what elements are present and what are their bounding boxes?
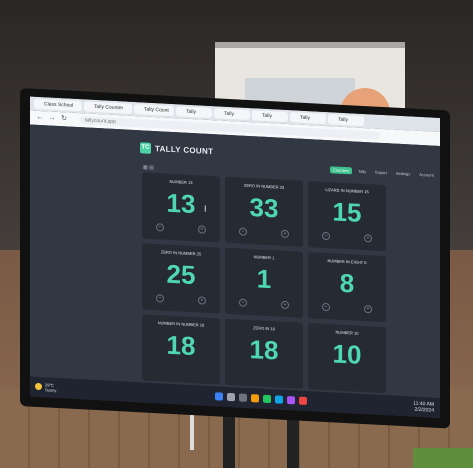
decrement-button[interactable]: − [322, 302, 330, 312]
sun-icon [35, 382, 42, 391]
browser-tab[interactable]: Tally [214, 108, 250, 121]
counter-card: Number in eight 8 8 − + [308, 252, 386, 323]
view-toggle-icon[interactable]: ▦ ▤ [143, 164, 154, 171]
browser-tab[interactable]: Tally Counter [84, 101, 132, 114]
nav-account[interactable]: Account [416, 171, 436, 179]
tally-app: TC TALLY COUNT Counters Tally Export Set… [30, 124, 440, 399]
app-nav: Counters Tally Export Settings Account [330, 166, 437, 179]
nav-tally[interactable]: Tally [355, 168, 369, 176]
counter-value: 33 [249, 192, 279, 224]
counter-label: Number 10 [335, 329, 359, 336]
increment-button[interactable]: + [281, 229, 289, 239]
counter-card: Lizard in number 15 15 − + [308, 181, 386, 252]
browser-tab[interactable]: Tally [328, 114, 364, 127]
counter-grid: Number 13 13 I − + Zero in number 33 33 … [142, 172, 392, 394]
app-logo-icon: TC [140, 142, 151, 154]
increment-button[interactable]: + [198, 225, 206, 234]
nav-counters[interactable]: Counters [330, 166, 353, 175]
counter-card: Zero in number 25 25 − + [142, 243, 220, 314]
counter-card: Zero in number 33 33 − + [225, 176, 303, 247]
counter-value: 15 [332, 196, 362, 228]
edge-icon[interactable] [275, 395, 283, 404]
file-explorer-icon[interactable] [251, 394, 259, 403]
browser-tab[interactable]: Tally [290, 112, 326, 125]
back-arrow-icon[interactable]: ← [36, 114, 44, 122]
forward-arrow-icon[interactable]: → [48, 114, 56, 122]
chrome-icon[interactable] [263, 394, 271, 404]
clock-date: 2/2/2024 [414, 406, 434, 414]
tv-screen: Class School Tally Counter Tally Count T… [30, 96, 440, 419]
browser-tab[interactable]: Tally Count [134, 103, 174, 117]
nav-export[interactable]: Export [372, 168, 390, 176]
task-view-icon[interactable] [239, 393, 247, 402]
decrement-button[interactable]: − [239, 298, 247, 307]
decrement-button[interactable]: − [239, 227, 247, 236]
counter-label: Lizard in number 15 [325, 187, 369, 195]
decrement-button[interactable]: − [156, 294, 164, 303]
increment-button[interactable]: + [198, 296, 206, 305]
browser-tab[interactable]: Tally [176, 106, 212, 119]
counter-card: Number 13 13 I − + [142, 172, 220, 243]
weather-text: Sunny [45, 387, 57, 393]
counter-label: Number in number 18 [157, 320, 205, 328]
app-icon[interactable] [299, 396, 307, 406]
counter-value: 25 [166, 258, 196, 291]
reload-icon[interactable]: ↻ [60, 115, 68, 123]
counter-label: Zero in number 33 [243, 182, 285, 190]
counter-value: 10 [332, 338, 362, 370]
app-icon[interactable] [287, 395, 295, 405]
weather-widget[interactable]: 29°C Sunny [35, 382, 56, 393]
counter-card: Number 1 1 − + [225, 247, 303, 318]
counter-value: 18 [166, 329, 196, 362]
counter-value: 1 [256, 263, 272, 295]
start-icon[interactable] [215, 392, 223, 401]
app-title: TALLY COUNT [155, 144, 214, 157]
counter-card: Zero in 18 18 [225, 318, 303, 389]
nav-settings[interactable]: Settings [393, 170, 413, 178]
counter-label: Number in eight 8 [327, 258, 367, 266]
browser-tab[interactable]: Tally [252, 110, 288, 123]
counter-label: Zero in 18 [253, 325, 275, 332]
counter-card: Number 10 10 [308, 323, 386, 394]
search-icon[interactable] [227, 392, 235, 402]
counter-value: 8 [339, 267, 355, 299]
increment-button[interactable]: + [281, 300, 289, 310]
system-clock[interactable]: 11:40 AM 2/2/2024 [413, 401, 434, 414]
counter-value: 13 [166, 187, 196, 220]
increment-button[interactable]: + [364, 305, 372, 314]
browser-tab[interactable]: Class School [34, 98, 82, 112]
tv-monitor: Class School Tally Counter Tally Count T… [20, 88, 450, 429]
counter-label: Number 13 [169, 178, 193, 186]
increment-button[interactable]: + [364, 234, 372, 243]
counter-card: Number in number 18 18 [142, 314, 220, 385]
cable [190, 410, 194, 450]
counter-label: Zero in number 25 [160, 249, 202, 257]
decrement-button[interactable]: − [156, 223, 164, 232]
counter-label: Number 1 [253, 254, 275, 261]
counter-value: 18 [249, 334, 279, 366]
classroom-photo: Class School Tally Counter Tally Count T… [0, 0, 473, 468]
text-cursor-icon: I [204, 203, 207, 214]
grass-patch [413, 448, 473, 468]
decrement-button[interactable]: − [322, 231, 330, 241]
